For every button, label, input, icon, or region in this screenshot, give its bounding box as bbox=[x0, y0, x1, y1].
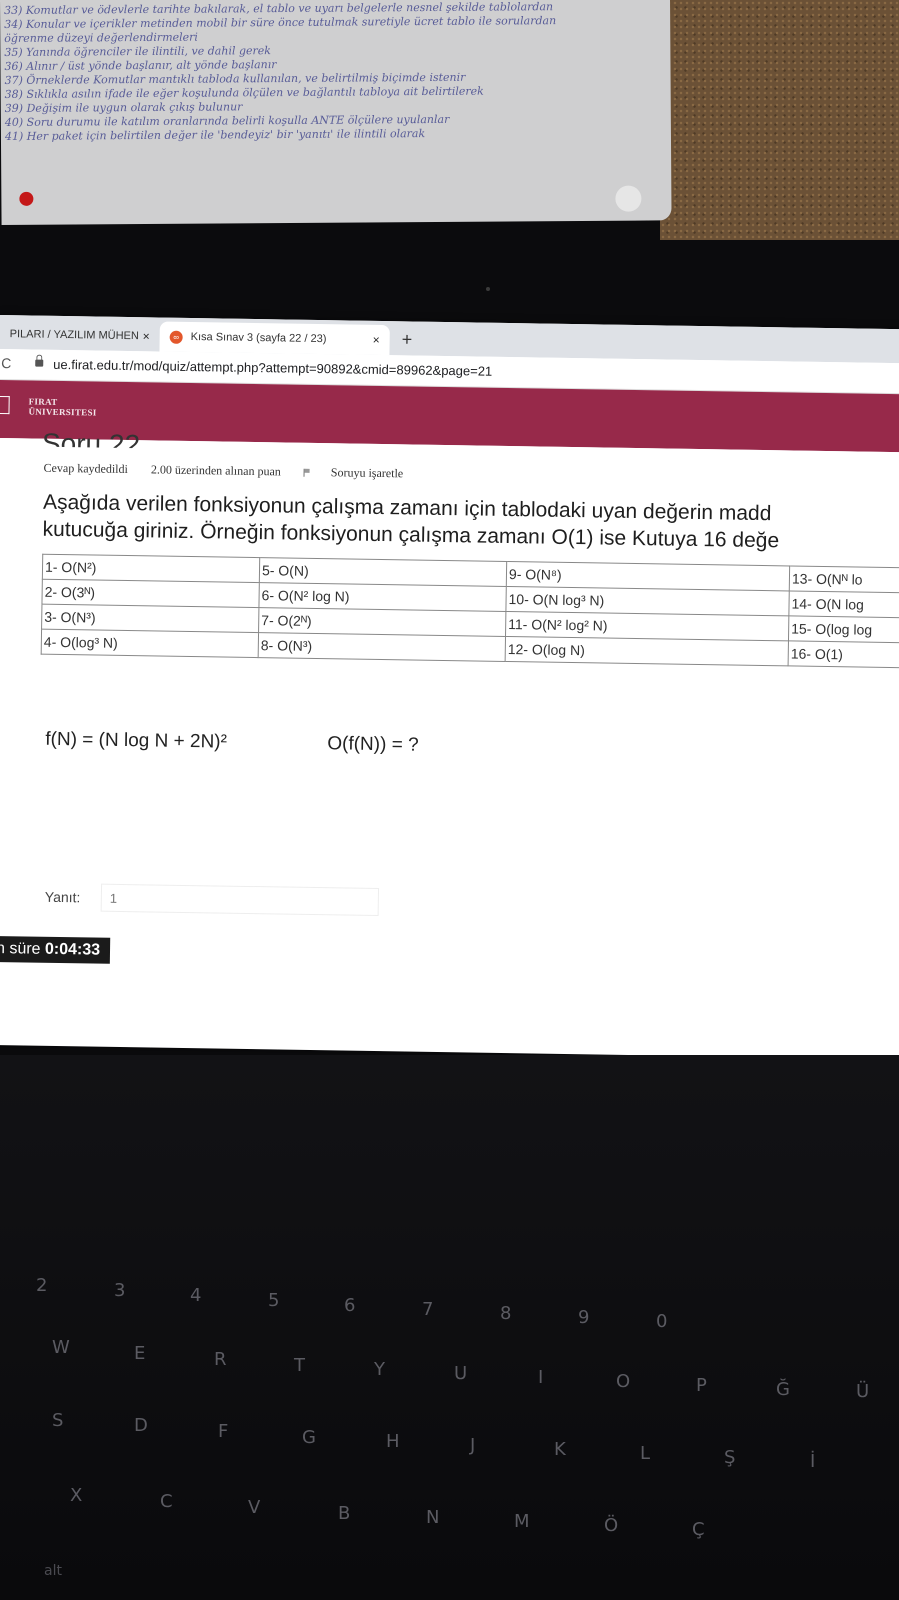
key: K bbox=[554, 1439, 566, 1460]
key: I bbox=[538, 1367, 544, 1388]
quiz-timer: n süre 0:04:33 bbox=[0, 935, 111, 964]
question-text: Aşağıda verilen fonksiyonun çalışma zama… bbox=[42, 489, 899, 557]
key: İ bbox=[810, 1451, 816, 1472]
table-cell: 1- O(N²) bbox=[42, 554, 260, 583]
status-text: Cevap kaydedildi bbox=[43, 460, 129, 477]
magnet-icon bbox=[615, 185, 642, 212]
key: 2 bbox=[36, 1275, 48, 1296]
table-cell: 2- O(3ᴺ) bbox=[41, 579, 260, 608]
key: 0 bbox=[656, 1311, 668, 1332]
table-cell: 12- O(log N) bbox=[505, 636, 789, 666]
pushpin-icon bbox=[19, 191, 34, 206]
tab-course[interactable]: PILARI / YAZILIM MÜHEN × bbox=[0, 319, 160, 352]
url-field[interactable]: ue.firat.edu.tr/mod/quiz/attempt.php?att… bbox=[53, 357, 492, 379]
cork-board bbox=[660, 0, 899, 240]
close-icon[interactable]: × bbox=[143, 329, 150, 343]
close-icon[interactable]: × bbox=[373, 333, 380, 347]
lock-icon[interactable] bbox=[35, 359, 44, 367]
key: G bbox=[302, 1427, 316, 1448]
key: 8 bbox=[500, 1303, 512, 1324]
key: E bbox=[134, 1343, 146, 1364]
university-logo[interactable]: FIRAT ÜNIVERSITESI bbox=[28, 396, 96, 417]
quiz-content: Soru 22 Cevap kaydedildi 2.00 üzerinden … bbox=[0, 428, 899, 1023]
key: Ş bbox=[724, 1447, 736, 1468]
key: 7 bbox=[422, 1299, 434, 1320]
browser-window: PILARI / YAZILIM MÜHEN × ∞ Kısa Sınav 3 … bbox=[0, 315, 899, 1060]
key: 6 bbox=[344, 1295, 356, 1316]
key: O bbox=[616, 1371, 631, 1392]
logo-line: ÜNIVERSITESI bbox=[28, 406, 97, 418]
flag-label: Soruyu işaretle bbox=[330, 465, 404, 481]
tab-label: Kısa Sınav 3 (sayfa 22 / 23) bbox=[190, 330, 327, 346]
table-cell: 15- O(log log bbox=[788, 615, 899, 643]
table-cell: 6- O(N² log N) bbox=[258, 582, 507, 612]
table-cell: 16- O(1) bbox=[788, 640, 899, 668]
moodle-favicon-icon: ∞ bbox=[169, 330, 183, 344]
key: L bbox=[640, 1443, 651, 1464]
notebook-paper: 33) Komutlar ve ödevlerle tarihte bakıla… bbox=[0, 0, 672, 225]
key: X bbox=[70, 1485, 83, 1506]
key: Y bbox=[374, 1359, 385, 1380]
key: Ö bbox=[604, 1515, 619, 1536]
table-cell: 7- O(2ᴺ) bbox=[258, 607, 506, 637]
key: J bbox=[470, 1435, 476, 1456]
key: 5 bbox=[268, 1290, 280, 1311]
question-heading: Soru 22 bbox=[41, 427, 141, 449]
laptop-keyboard: 2 3 4 5 6 7 8 9 0 W E R T Y U I O P Ğ Ü … bbox=[0, 1055, 899, 1600]
reload-icon[interactable]: C bbox=[1, 355, 11, 371]
webcam-icon bbox=[486, 287, 490, 291]
key: 4 bbox=[190, 1285, 202, 1306]
key: F bbox=[218, 1421, 229, 1442]
key: V bbox=[248, 1497, 261, 1518]
university-logo-icon[interactable] bbox=[0, 395, 10, 415]
table-cell: 5- O(N) bbox=[259, 557, 507, 587]
complexity-question: O(f(N)) = ? bbox=[327, 733, 419, 756]
timer-value: 0:04:33 bbox=[44, 940, 101, 959]
key: Ç bbox=[692, 1519, 705, 1540]
options-table: 1- O(N²) 5- O(N) 9- O(N⁸) 13- O(Nᴺ lo 2-… bbox=[41, 554, 899, 669]
key: M bbox=[514, 1511, 530, 1532]
key: D bbox=[134, 1415, 148, 1436]
key: N bbox=[426, 1507, 440, 1528]
key: R bbox=[214, 1349, 227, 1370]
key: Ü bbox=[856, 1381, 870, 1402]
tab-label: PILARI / YAZILIM MÜHEN bbox=[9, 328, 139, 343]
key: U bbox=[454, 1363, 468, 1384]
key: 3 bbox=[114, 1280, 126, 1301]
key: 9 bbox=[578, 1307, 590, 1328]
key: P bbox=[696, 1375, 707, 1396]
new-tab-button[interactable]: + bbox=[401, 329, 413, 350]
function-formula: f(N) = (N log N + 2N)² bbox=[45, 728, 228, 753]
key: alt bbox=[44, 1563, 62, 1579]
tab-quiz[interactable]: ∞ Kısa Sınav 3 (sayfa 22 / 23) × bbox=[159, 321, 390, 356]
key: S bbox=[52, 1410, 64, 1431]
table-cell: 4- O(log³ N) bbox=[41, 629, 259, 658]
key: C bbox=[160, 1491, 173, 1512]
key: H bbox=[386, 1431, 400, 1452]
timer-label: n süre bbox=[0, 940, 41, 958]
answer-label: Yanıt: bbox=[44, 888, 81, 906]
table-cell: 8- O(N³) bbox=[258, 632, 506, 662]
flag-icon bbox=[303, 468, 311, 477]
table-cell: 14- O(N log bbox=[788, 590, 899, 618]
flag-question-link[interactable]: Soruyu işaretle bbox=[303, 465, 424, 481]
points-text: 2.00 üzerinden alınan puan bbox=[150, 462, 281, 479]
answer-input[interactable]: 1 bbox=[100, 883, 380, 917]
key: B bbox=[338, 1503, 351, 1524]
table-cell: 3- O(N³) bbox=[41, 604, 259, 633]
question-meta: Cevap kaydedildi 2.00 üzerinden alınan p… bbox=[43, 461, 443, 482]
key: T bbox=[294, 1355, 305, 1376]
key: W bbox=[52, 1337, 70, 1358]
key: Ğ bbox=[776, 1379, 790, 1400]
table-cell: 13- O(Nᴺ lo bbox=[789, 565, 899, 593]
